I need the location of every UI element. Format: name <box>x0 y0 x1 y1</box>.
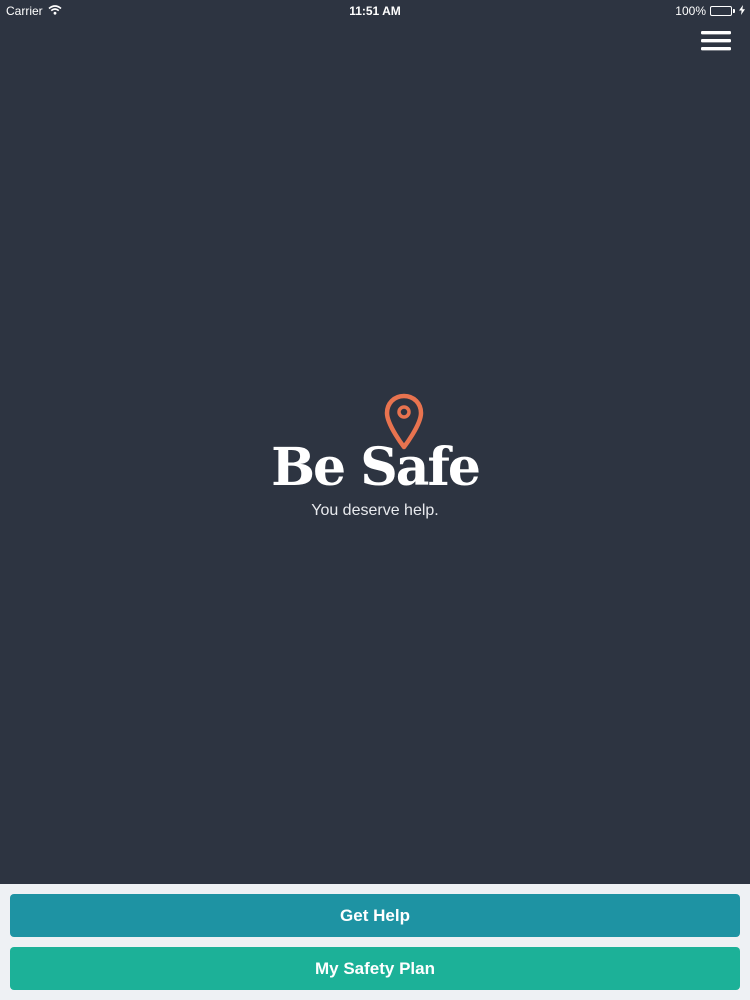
hamburger-menu-icon[interactable] <box>701 29 731 53</box>
battery-cap <box>733 9 735 13</box>
battery-percent: 100% <box>675 4 706 18</box>
bottom-action-bar: Get Help My Safety Plan <box>0 884 750 1000</box>
get-help-label: Get Help <box>340 905 410 925</box>
charging-icon <box>739 4 745 18</box>
safety-plan-label: My Safety Plan <box>315 958 435 978</box>
battery-icon <box>710 6 732 16</box>
get-help-button[interactable]: Get Help <box>10 894 740 937</box>
safety-plan-button[interactable]: My Safety Plan <box>10 947 740 990</box>
status-bar: Carrier 11:51 AM 100% <box>0 0 750 22</box>
tagline: You deserve help. <box>311 502 439 519</box>
status-right: 100% <box>675 4 745 18</box>
status-time: 11:51 AM <box>349 4 401 18</box>
brand-logo-text: Be Safe <box>271 437 481 498</box>
